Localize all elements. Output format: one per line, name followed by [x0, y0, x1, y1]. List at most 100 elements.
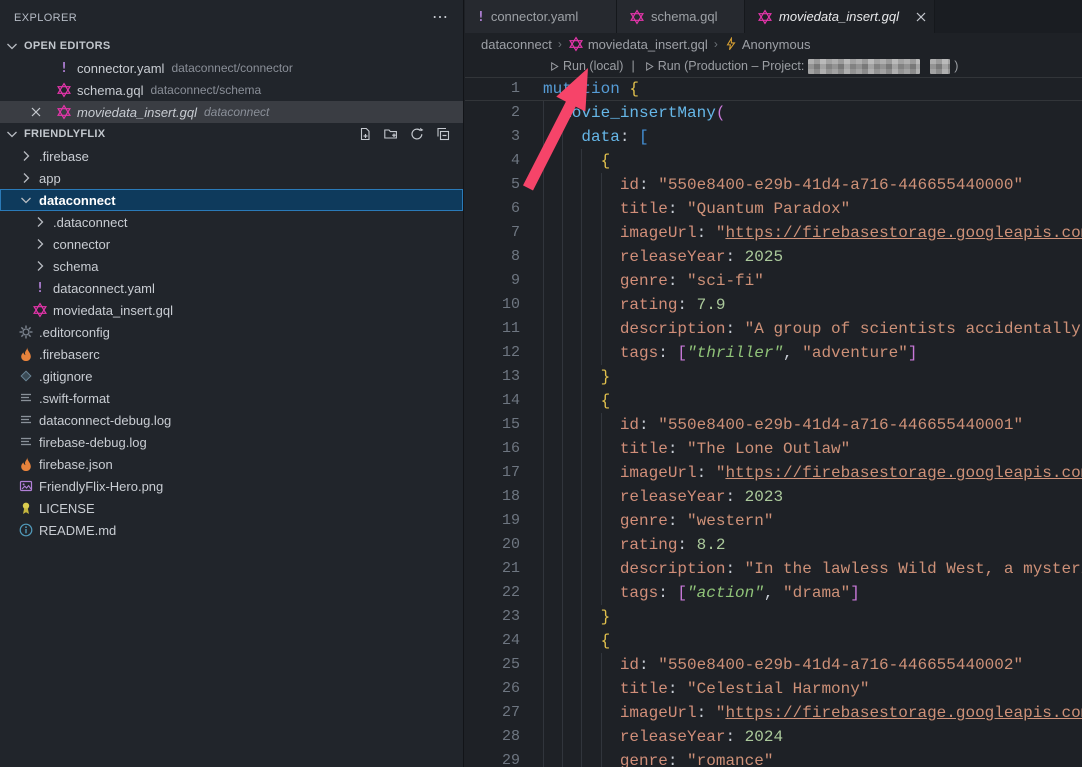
code-line: 20 rating: 8.2	[465, 533, 1082, 557]
code-line: 1mutation {	[465, 77, 1082, 101]
code-text: {	[543, 149, 610, 173]
graphql-icon	[32, 302, 48, 318]
close-icon[interactable]	[28, 104, 44, 120]
breadcrumb: dataconnect›moviedata_insert.gql›Anonymo…	[481, 33, 810, 55]
breadcrumb-item[interactable]: dataconnect	[481, 37, 552, 52]
code-line: 3 data: [	[465, 125, 1082, 149]
open-editor-item[interactable]: moviedata_insert.gqldataconnect	[0, 101, 463, 123]
breadcrumb-item[interactable]: moviedata_insert.gql	[568, 36, 708, 52]
line-number: 15	[465, 413, 520, 437]
close-icon[interactable]	[913, 9, 929, 25]
file-label: schema.gql	[77, 83, 143, 98]
ribbon-icon	[18, 500, 34, 516]
open-editor-item[interactable]: !connector.yamldataconnect/connector	[0, 57, 463, 79]
tree-item-label: firebase.json	[39, 457, 113, 472]
code-text: id: "550e8400-e29b-41d4-a716-44665544000…	[543, 173, 1023, 197]
breadcrumb-label: moviedata_insert.gql	[588, 37, 708, 52]
code-line: 11 description: "A group of scientists a…	[465, 317, 1082, 341]
graphql-icon	[56, 104, 72, 120]
open-editors-label: OPEN EDITORS	[24, 40, 111, 52]
code-line: 7 imageUrl: "https://firebasestorage.goo…	[465, 221, 1082, 245]
run-local-link[interactable]: Run (local)	[548, 59, 623, 73]
code-line: 5 id: "550e8400-e29b-41d4-a716-446655440…	[465, 173, 1082, 197]
graphql-icon	[757, 9, 773, 25]
open-editor-item[interactable]: schema.gqldataconnect/schema	[0, 79, 463, 101]
ellipsis-icon[interactable]: ⋯	[432, 13, 449, 23]
code-line: 12 tags: ["thriller", "adventure"]	[465, 341, 1082, 365]
code-text: }	[543, 365, 610, 389]
tree-file-dataconnect-yaml[interactable]: !dataconnect.yaml	[0, 277, 463, 299]
workspace-header[interactable]: FRIENDLYFLIX	[0, 123, 463, 145]
tree-file--gitignore[interactable]: .gitignore	[0, 365, 463, 387]
tree-folder-schema[interactable]: schema	[0, 255, 463, 277]
tree-file--firebaserc[interactable]: .firebaserc	[0, 343, 463, 365]
tree-item-label: .firebase	[39, 149, 89, 164]
run-production-link[interactable]: Run (Production – Project:	[643, 59, 805, 73]
tree-file--editorconfig[interactable]: .editorconfig	[0, 321, 463, 343]
open-editors-list: !connector.yamldataconnect/connectorsche…	[0, 57, 463, 123]
tree-folder--dataconnect[interactable]: .dataconnect	[0, 211, 463, 233]
chevron-down-icon	[4, 126, 20, 142]
tree-item-label: .gitignore	[39, 369, 92, 384]
refresh-icon[interactable]	[408, 126, 425, 143]
tree-item-label: dataconnect	[39, 193, 116, 208]
new-file-icon[interactable]	[356, 126, 373, 143]
code-text: imageUrl: "https://firebasestorage.googl…	[543, 701, 1082, 725]
open-editors-header[interactable]: OPEN EDITORS	[0, 35, 463, 57]
tree-folder-dataconnect[interactable]: dataconnect	[0, 189, 463, 211]
code-line: 2 movie_insertMany(	[465, 101, 1082, 125]
line-number: 21	[465, 557, 520, 581]
tree-file-readme-md[interactable]: README.md	[0, 519, 463, 541]
tree-file-moviedata-insert-gql[interactable]: moviedata_insert.gql	[0, 299, 463, 321]
tree-item-label: moviedata_insert.gql	[53, 303, 173, 318]
chevron-down-icon	[4, 38, 20, 54]
explorer-sidebar: EXPLORER ⋯ OPEN EDITORS !connector.yamld…	[0, 0, 464, 767]
collapse-all-icon[interactable]	[434, 126, 451, 143]
tree-file-friendlyflix-hero-png[interactable]: FriendlyFlix-Hero.png	[0, 475, 463, 497]
new-folder-icon[interactable]	[382, 126, 399, 143]
tab-moviedata-insert-gql[interactable]: moviedata_insert.gql	[745, 0, 935, 33]
code-text: genre: "sci-fi"	[543, 269, 764, 293]
code-text: releaseYear: 2023	[543, 485, 783, 509]
yaml-error-icon: !	[477, 9, 485, 25]
code-line: 13 }	[465, 365, 1082, 389]
tree-file-license[interactable]: LICENSE	[0, 497, 463, 519]
line-number: 22	[465, 581, 520, 605]
yaml-error-icon: !	[56, 60, 72, 76]
tree-item-label: .firebaserc	[39, 347, 100, 362]
code-line: 26 title: "Celestial Harmony"	[465, 677, 1082, 701]
line-number: 2	[465, 101, 520, 125]
line-number: 16	[465, 437, 520, 461]
tree-file-firebase-json[interactable]: firebase.json	[0, 453, 463, 475]
tab-schema-gql[interactable]: schema.gql	[617, 0, 745, 33]
breadcrumb-label: Anonymous	[742, 37, 811, 52]
code-text: description: "In the lawless Wild West, …	[543, 557, 1082, 581]
workspace-label: FRIENDLYFLIX	[24, 128, 105, 140]
chevron-right-icon	[32, 236, 48, 252]
code-line: 29 genre: "romance"	[465, 749, 1082, 767]
line-number: 11	[465, 317, 520, 341]
file-label: moviedata_insert.gql	[77, 105, 197, 120]
line-number: 29	[465, 749, 520, 767]
code-text: genre: "western"	[543, 509, 773, 533]
tree-folder--firebase[interactable]: .firebase	[0, 145, 463, 167]
code-area[interactable]: 1mutation {2 movie_insertMany(3 data: [4…	[465, 77, 1082, 767]
tab-connector-yaml[interactable]: !connector.yaml	[465, 0, 617, 33]
tree-file--swift-format[interactable]: .swift-format	[0, 387, 463, 409]
breadcrumb-item[interactable]: Anonymous	[724, 37, 811, 52]
tree-item-label: LICENSE	[39, 501, 95, 516]
vscode-window: EXPLORER ⋯ OPEN EDITORS !connector.yamld…	[0, 0, 1082, 767]
exclaim-icon: !	[32, 280, 48, 296]
tree-folder-connector[interactable]: connector	[0, 233, 463, 255]
tree-file-firebase-debug-log[interactable]: firebase-debug.log	[0, 431, 463, 453]
line-number: 1	[465, 77, 520, 101]
graphql-icon	[629, 9, 645, 25]
tree-file-dataconnect-debug-log[interactable]: dataconnect-debug.log	[0, 409, 463, 431]
code-text: title: "Quantum Paradox"	[543, 197, 850, 221]
code-text: releaseYear: 2024	[543, 725, 783, 749]
gear-icon	[18, 324, 34, 340]
tree-folder-app[interactable]: app	[0, 167, 463, 189]
tab-label: moviedata_insert.gql	[779, 9, 899, 24]
tree-item-label: schema	[53, 259, 99, 274]
code-line: 24 {	[465, 629, 1082, 653]
